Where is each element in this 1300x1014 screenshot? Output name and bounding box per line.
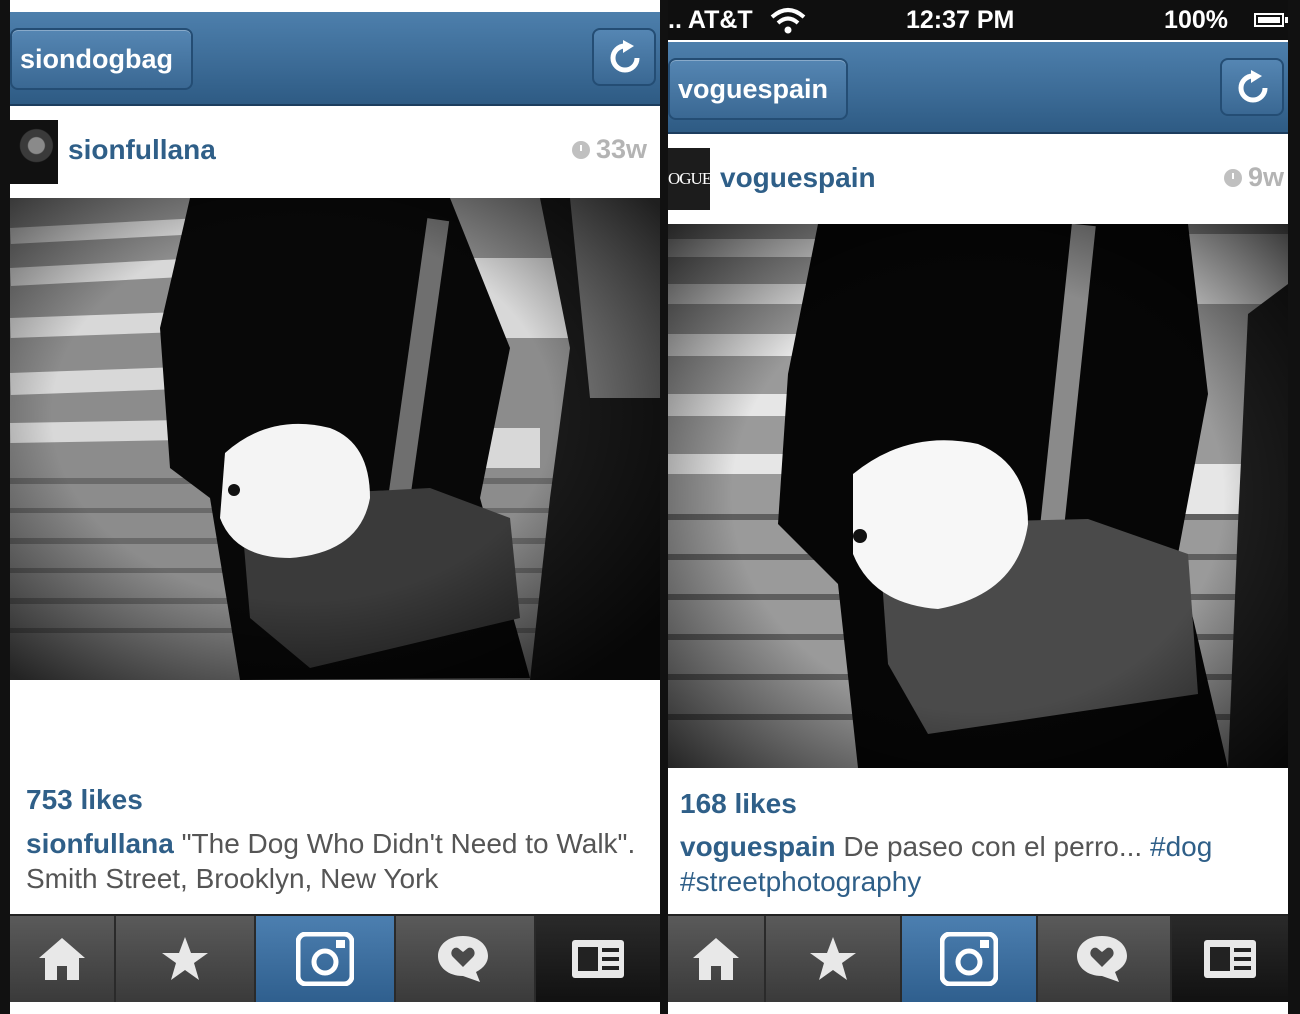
home-icon — [693, 938, 739, 980]
post-caption: voguespain De paseo con el perro... #dog… — [680, 829, 1280, 899]
clock-time: 12:37 PM — [906, 6, 1015, 34]
navigation-bar: siondogbag — [10, 12, 660, 106]
caption-text: De paseo con el perro... — [835, 831, 1150, 862]
left-screenshot: siondogbag sionfullana 33w 753 likes sio… — [10, 0, 660, 1014]
back-button[interactable]: voguespain — [668, 58, 849, 120]
avatar[interactable] — [10, 120, 58, 184]
status-bar: .. AT&T 12:37 PM 100% — [668, 0, 1288, 40]
likes-count[interactable]: 168 likes — [680, 788, 797, 820]
tab-profile[interactable] — [1172, 916, 1288, 1002]
clock-icon — [572, 141, 590, 159]
battery-percent: 100% — [1164, 6, 1228, 34]
refresh-icon — [1238, 70, 1268, 103]
tab-popular[interactable] — [116, 916, 256, 1002]
home-icon — [39, 938, 85, 980]
camera-icon — [940, 932, 998, 986]
post-photo[interactable] — [10, 198, 660, 680]
profile-card-icon — [572, 940, 624, 978]
dog-in-bag-photo — [10, 198, 660, 680]
star-icon — [810, 937, 856, 980]
camera-icon — [296, 932, 354, 986]
post-caption: sionfullana "The Dog Who Didn't Need to … — [26, 826, 646, 896]
carrier-label: .. AT&T — [668, 6, 753, 34]
tab-home[interactable] — [668, 916, 766, 1002]
tab-bar — [10, 914, 660, 1002]
tab-popular[interactable] — [766, 916, 902, 1002]
caption-username[interactable]: voguespain — [680, 831, 836, 862]
likes-count[interactable]: 753 likes — [26, 784, 143, 816]
refresh-icon — [610, 40, 640, 73]
clock-icon — [1224, 169, 1242, 187]
post-username[interactable]: voguespain — [720, 162, 876, 194]
post-header: OGUE voguespain 9w — [668, 136, 1288, 222]
tab-home[interactable] — [10, 916, 116, 1002]
wifi-icon — [770, 8, 806, 34]
post-username[interactable]: sionfullana — [68, 134, 216, 166]
tab-bar — [668, 914, 1288, 1002]
time-ago-text: 9w — [1248, 162, 1285, 192]
post-header: sionfullana 33w — [10, 106, 660, 186]
post-time: 33w — [572, 134, 647, 165]
tab-activity[interactable] — [396, 916, 536, 1002]
heart-speech-icon — [1077, 936, 1127, 982]
navigation-bar: voguespain — [668, 42, 1288, 134]
post-photo[interactable] — [668, 224, 1288, 768]
tab-camera[interactable] — [256, 916, 396, 1002]
hashtag-streetphotography[interactable]: #streetphotography — [680, 866, 921, 897]
post-time: 9w — [1224, 162, 1284, 193]
star-icon — [162, 937, 208, 980]
back-button[interactable]: siondogbag — [10, 28, 193, 90]
caption-username[interactable]: sionfullana — [26, 828, 174, 859]
tab-activity[interactable] — [1038, 916, 1172, 1002]
avatar[interactable]: OGUE — [668, 148, 710, 210]
time-ago-text: 33w — [596, 134, 648, 164]
battery-icon — [1254, 13, 1288, 27]
tab-camera[interactable] — [902, 916, 1038, 1002]
dog-in-bag-photo — [668, 224, 1288, 768]
heart-speech-icon — [438, 936, 488, 982]
refresh-button[interactable] — [1220, 58, 1284, 116]
right-screenshot: .. AT&T 12:37 PM 100% voguespain OGUE vo… — [668, 0, 1288, 1014]
hashtag-dog[interactable]: #dog — [1150, 831, 1212, 862]
refresh-button[interactable] — [592, 28, 656, 86]
tab-profile[interactable] — [536, 916, 660, 1002]
profile-card-icon — [1204, 940, 1256, 978]
